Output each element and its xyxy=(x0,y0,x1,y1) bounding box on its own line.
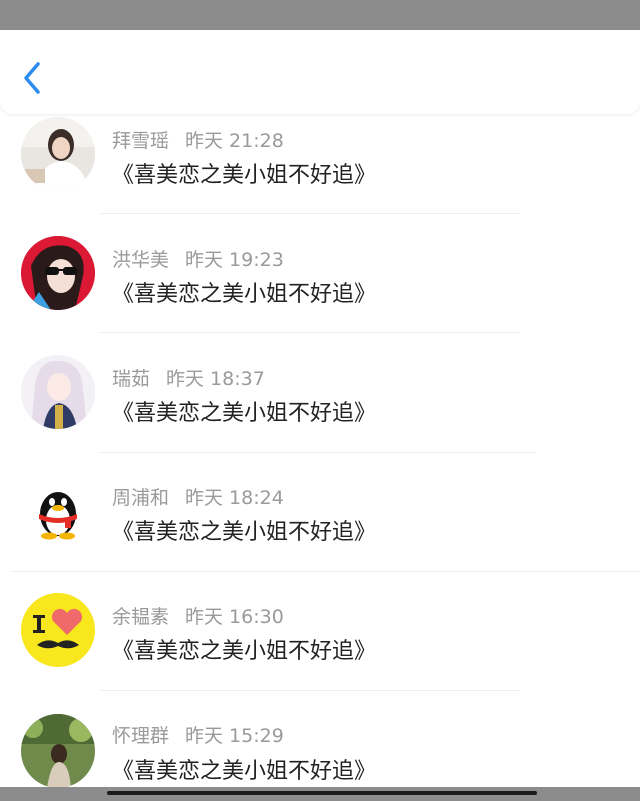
list-item[interactable]: 拜雪瑶 昨天 21:28 《喜美恋之美小姐不好追》 xyxy=(0,114,640,233)
sender-name: 余韫素 xyxy=(112,606,170,628)
message-time: 昨天 15:29 xyxy=(185,725,284,747)
avatar[interactable] xyxy=(21,593,95,667)
avatar[interactable] xyxy=(21,474,95,548)
sender-name: 瑞茹 xyxy=(112,368,151,390)
message-time: 昨天 18:24 xyxy=(185,487,284,509)
sender-name: 怀理群 xyxy=(112,725,170,747)
back-button[interactable] xyxy=(18,60,48,96)
divider xyxy=(100,332,520,333)
divider xyxy=(100,690,520,691)
avatar[interactable] xyxy=(21,355,95,429)
message-list[interactable]: 拜雪瑶 昨天 21:28 《喜美恋之美小姐不好追》 洪华美 昨天 19:23 《喜美… xyxy=(0,114,640,801)
divider xyxy=(10,571,640,572)
divider xyxy=(100,452,536,453)
avatar[interactable] xyxy=(21,714,95,788)
sender-name: 拜雪瑶 xyxy=(112,130,170,152)
message-time: 昨天 18:37 xyxy=(166,368,265,390)
status-bar xyxy=(0,0,640,30)
message-time: 昨天 19:23 xyxy=(185,249,284,271)
home-indicator[interactable] xyxy=(107,791,537,795)
sender-name: 洪华美 xyxy=(112,249,170,271)
message-text: 《喜美恋之美小姐不好追》 xyxy=(112,401,377,426)
qq-penguin-icon xyxy=(21,474,95,548)
chevron-left-icon xyxy=(24,62,40,94)
message-time: 昨天 16:30 xyxy=(185,606,284,628)
message-text: 《喜美恋之美小姐不好追》 xyxy=(112,282,377,307)
message-text: 《喜美恋之美小姐不好追》 xyxy=(112,639,377,664)
list-item[interactable]: 洪华美 昨天 19:23 《喜美恋之美小姐不好追》 xyxy=(0,233,640,352)
list-item[interactable]: 余韫素 昨天 16:30 《喜美恋之美小姐不好追》 xyxy=(0,590,640,709)
avatar[interactable] xyxy=(21,117,95,191)
divider xyxy=(100,213,520,214)
message-text: 《喜美恋之美小姐不好追》 xyxy=(112,163,377,188)
avatar[interactable] xyxy=(21,236,95,310)
nav-bar xyxy=(0,30,640,114)
list-item[interactable]: 瑞茹 昨天 18:37 《喜美恋之美小姐不好追》 xyxy=(0,352,640,471)
sender-name: 周浦和 xyxy=(112,487,170,509)
message-text: 《喜美恋之美小姐不好追》 xyxy=(112,520,377,545)
message-text: 《喜美恋之美小姐不好追》 xyxy=(112,759,377,784)
list-item[interactable]: 周浦和 昨天 18:24 《喜美恋之美小姐不好追》 xyxy=(0,471,640,590)
message-time: 昨天 21:28 xyxy=(185,130,284,152)
